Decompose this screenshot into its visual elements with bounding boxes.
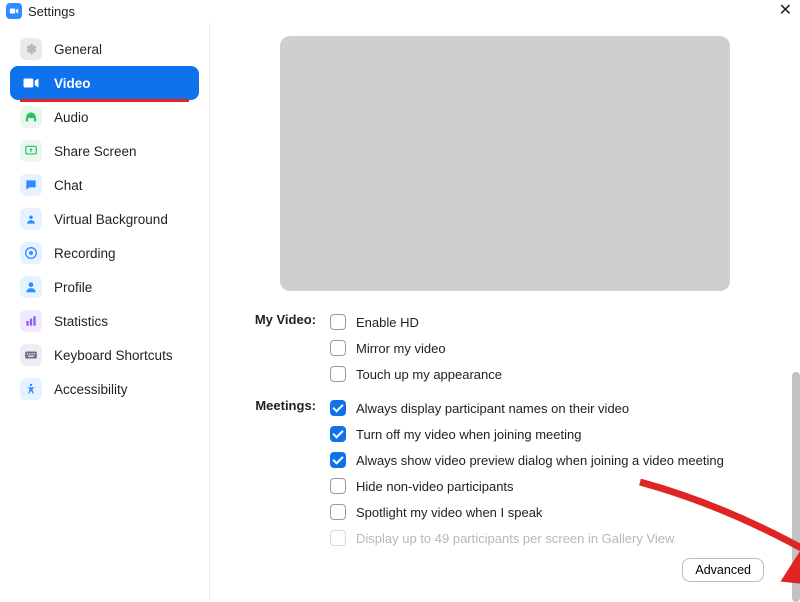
sidebar-item-label: Chat xyxy=(54,178,83,193)
meetings-heading: Meetings: xyxy=(240,395,330,551)
sidebar-item-virtual-background[interactable]: Virtual Background xyxy=(10,202,199,236)
my-video-heading: My Video: xyxy=(240,309,330,387)
sidebar: General Video Audio Share Screen xyxy=(0,22,210,600)
scrollbar-thumb[interactable] xyxy=(792,372,800,602)
sidebar-item-label: Video xyxy=(54,76,91,91)
checkbox-icon xyxy=(330,530,346,546)
option-label: Touch up my appearance xyxy=(356,367,502,382)
headphones-icon xyxy=(20,106,42,128)
checkbox-icon xyxy=(330,478,346,494)
accessibility-icon xyxy=(20,378,42,400)
meetings-section: Meetings: Always display participant nam… xyxy=(240,395,770,551)
sidebar-item-label: Recording xyxy=(54,246,116,261)
checkbox-icon xyxy=(330,400,346,416)
option-turn-off-video[interactable]: Turn off my video when joining meeting xyxy=(330,421,770,447)
sidebar-item-video[interactable]: Video xyxy=(10,66,199,100)
sidebar-item-audio[interactable]: Audio xyxy=(10,100,199,134)
titlebar: Settings ✕ xyxy=(0,0,800,22)
sidebar-item-general[interactable]: General xyxy=(10,32,199,66)
sidebar-item-share-screen[interactable]: Share Screen xyxy=(10,134,199,168)
content-panel: My Video: Enable HD Mirror my video Touc… xyxy=(210,22,800,600)
my-video-section: My Video: Enable HD Mirror my video Touc… xyxy=(240,309,770,387)
option-label: Turn off my video when joining meeting xyxy=(356,427,581,442)
chat-icon xyxy=(20,174,42,196)
sidebar-item-accessibility[interactable]: Accessibility xyxy=(10,372,199,406)
option-show-preview[interactable]: Always show video preview dialog when jo… xyxy=(330,447,770,473)
keyboard-icon xyxy=(20,344,42,366)
option-spotlight[interactable]: Spotlight my video when I speak xyxy=(330,499,770,525)
sidebar-item-statistics[interactable]: Statistics xyxy=(10,304,199,338)
window-title: Settings xyxy=(28,4,75,19)
sidebar-item-label: General xyxy=(54,42,102,57)
option-label: Spotlight my video when I speak xyxy=(356,505,542,520)
option-display-names[interactable]: Always display participant names on thei… xyxy=(330,395,770,421)
option-label: Mirror my video xyxy=(356,341,446,356)
sidebar-item-profile[interactable]: Profile xyxy=(10,270,199,304)
option-label: Always show video preview dialog when jo… xyxy=(356,453,724,468)
sidebar-item-keyboard-shortcuts[interactable]: Keyboard Shortcuts xyxy=(10,338,199,372)
option-label: Display up to 49 participants per screen… xyxy=(356,531,674,546)
sidebar-item-label: Virtual Background xyxy=(54,212,168,227)
close-icon[interactable]: ✕ xyxy=(779,3,792,19)
checkbox-icon xyxy=(330,314,346,330)
checkbox-icon xyxy=(330,452,346,468)
option-enable-hd[interactable]: Enable HD xyxy=(330,309,770,335)
checkbox-icon xyxy=(330,366,346,382)
option-hide-non-video[interactable]: Hide non-video participants xyxy=(330,473,770,499)
option-mirror-video[interactable]: Mirror my video xyxy=(330,335,770,361)
main: General Video Audio Share Screen xyxy=(0,22,800,600)
option-label: Always display participant names on thei… xyxy=(356,401,629,416)
option-label: Hide non-video participants xyxy=(356,479,514,494)
checkbox-icon xyxy=(330,426,346,442)
video-icon xyxy=(20,72,42,94)
sidebar-item-label: Keyboard Shortcuts xyxy=(54,348,173,363)
checkbox-icon xyxy=(330,504,346,520)
checkbox-icon xyxy=(330,340,346,356)
sidebar-item-label: Audio xyxy=(54,110,89,125)
recording-icon xyxy=(20,242,42,264)
gear-icon xyxy=(20,38,42,60)
share-screen-icon xyxy=(20,140,42,162)
profile-icon xyxy=(20,276,42,298)
option-49-participants: Display up to 49 participants per screen… xyxy=(330,525,770,551)
sidebar-item-label: Statistics xyxy=(54,314,108,329)
video-preview xyxy=(280,36,730,291)
app-icon xyxy=(6,3,22,19)
sidebar-item-label: Share Screen xyxy=(54,144,137,159)
virtual-background-icon xyxy=(20,208,42,230)
sidebar-item-label: Profile xyxy=(54,280,92,295)
advanced-button[interactable]: Advanced xyxy=(682,558,764,582)
option-label: Enable HD xyxy=(356,315,419,330)
sidebar-item-recording[interactable]: Recording xyxy=(10,236,199,270)
sidebar-item-label: Accessibility xyxy=(54,382,128,397)
sidebar-item-chat[interactable]: Chat xyxy=(10,168,199,202)
statistics-icon xyxy=(20,310,42,332)
option-touch-up[interactable]: Touch up my appearance xyxy=(330,361,770,387)
